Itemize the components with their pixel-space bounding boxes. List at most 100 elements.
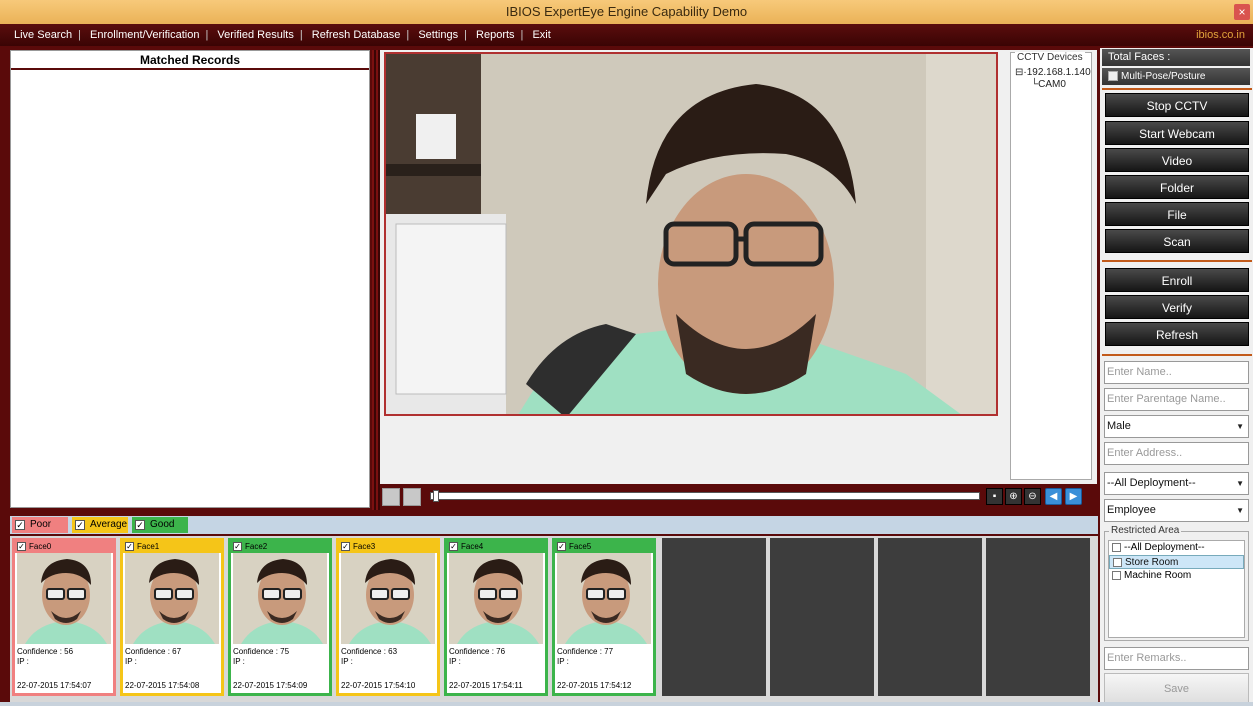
face-thumbnail xyxy=(17,553,111,644)
face-ip: IP : xyxy=(449,657,461,666)
check-icon[interactable]: ✓ xyxy=(17,542,26,551)
video-area: CCTV Devices ⊟·192.168.1.140 └CAM0 xyxy=(380,50,1097,484)
face-thumbnail xyxy=(125,553,219,644)
face-ip: IP : xyxy=(233,657,245,666)
menu-verified-results[interactable]: Verified Results xyxy=(217,29,293,41)
matched-records-header: Matched Records xyxy=(11,51,369,70)
face-timestamp: 22-07-2015 17:54:10 xyxy=(341,681,416,690)
restricted-area-title: Restricted Area xyxy=(1109,525,1182,536)
face-card[interactable]: ✓ Face3 Confidence : 63 IP : 22-07-2015 … xyxy=(336,538,440,696)
check-icon[interactable]: ✓ xyxy=(15,520,25,530)
stop-cctv-button[interactable]: Stop CCTV xyxy=(1105,93,1249,117)
folder-button[interactable]: Folder xyxy=(1105,175,1249,199)
face-timestamp: 22-07-2015 17:54:11 xyxy=(449,681,523,690)
face-confidence: Confidence : 76 xyxy=(449,647,506,656)
checkbox-icon[interactable] xyxy=(1113,557,1122,567)
restricted-area-group: Restricted Area --All Deployment-- Store… xyxy=(1104,525,1249,641)
scan-button[interactable]: Scan xyxy=(1105,229,1249,253)
checkbox-icon[interactable] xyxy=(1112,542,1121,552)
face-name: Face4 xyxy=(461,542,484,551)
checkbox-icon[interactable] xyxy=(1112,570,1121,580)
menu-bar: Live Search | Enrollment/Verification | Ve… xyxy=(0,24,1253,46)
face-name: Face1 xyxy=(137,542,160,551)
seek-bar[interactable] xyxy=(430,490,980,502)
face-thumbnail xyxy=(233,553,327,644)
check-icon[interactable]: ✓ xyxy=(75,520,85,530)
previous-icon[interactable]: ◀ xyxy=(1045,488,1062,505)
menu-live-search[interactable]: Live Search xyxy=(14,29,72,41)
gender-select[interactable]: Male ▼ xyxy=(1104,415,1249,438)
name-field[interactable]: Enter Name.. xyxy=(1104,361,1249,384)
brand-link[interactable]: ibios.co.in xyxy=(1196,24,1245,46)
verify-button[interactable]: Verify xyxy=(1105,295,1249,319)
check-icon[interactable]: ✓ xyxy=(341,542,350,551)
right-panel: Total Faces : Multi-Pose/Posture Stop CC… xyxy=(1100,48,1253,706)
face-card-header: ✓ Face5 xyxy=(555,541,653,553)
face-card[interactable]: ✓ Face1 Confidence : 67 IP : 22-07-2015 … xyxy=(120,538,224,696)
check-icon[interactable]: ✓ xyxy=(125,542,134,551)
cctv-devices-title: CCTV Devices xyxy=(1015,52,1085,63)
tree-node-cam[interactable]: └CAM0 xyxy=(1015,79,1091,91)
window-title: IBIOS ExpertEye Engine Capability Demo xyxy=(505,4,748,19)
restricted-item-all[interactable]: --All Deployment-- xyxy=(1109,541,1244,555)
empty-slot xyxy=(986,538,1090,696)
deployment-select[interactable]: --All Deployment-- ▼ xyxy=(1104,472,1249,495)
menu-settings[interactable]: Settings xyxy=(418,29,458,41)
face-card[interactable]: ✓ Face5 Confidence : 77 IP : 22-07-2015 … xyxy=(552,538,656,696)
empty-slot xyxy=(662,538,766,696)
check-icon[interactable]: ✓ xyxy=(557,542,566,551)
face-thumbnail xyxy=(341,553,435,644)
restricted-item-machine-room[interactable]: Machine Room xyxy=(1109,569,1244,583)
close-button[interactable]: × xyxy=(1234,4,1250,20)
face-card[interactable]: ✓ Face4 Confidence : 76 IP : 22-07-2015 … xyxy=(444,538,548,696)
parentage-name-field[interactable]: Enter Parentage Name.. xyxy=(1104,388,1249,411)
file-button[interactable]: File xyxy=(1105,202,1249,226)
divider xyxy=(1102,260,1252,262)
check-icon[interactable]: ✓ xyxy=(449,542,458,551)
poor-filter[interactable]: ✓ Poor xyxy=(12,517,68,533)
menu-refresh-database[interactable]: Refresh Database xyxy=(312,29,401,41)
face-card[interactable]: ✓ Face2 Confidence : 75 IP : 22-07-2015 … xyxy=(228,538,332,696)
restricted-item-store-room[interactable]: Store Room xyxy=(1109,555,1244,569)
address-field[interactable]: Enter Address.. xyxy=(1104,442,1249,465)
splitter[interactable] xyxy=(372,50,380,510)
stop-button[interactable] xyxy=(403,488,421,506)
chevron-down-icon: ▼ xyxy=(1236,479,1244,488)
category-select[interactable]: Employee ▼ xyxy=(1104,499,1249,522)
zoom-in-icon[interactable]: ⊕ xyxy=(1005,488,1022,505)
menu-enrollment-verification[interactable]: Enrollment/Verification xyxy=(90,29,199,41)
cctv-devices-panel: CCTV Devices ⊟·192.168.1.140 └CAM0 xyxy=(1010,52,1092,480)
check-icon[interactable]: ✓ xyxy=(135,520,145,530)
empty-slot xyxy=(770,538,874,696)
play-button[interactable] xyxy=(382,488,400,506)
start-webcam-button[interactable]: Start Webcam xyxy=(1105,121,1249,145)
next-icon[interactable]: ▶ xyxy=(1065,488,1082,505)
face-ip: IP : xyxy=(341,657,353,666)
menu-exit[interactable]: Exit xyxy=(532,29,550,41)
face-thumbnail-strip: ✓ Face0 Confidence : 56 IP : 22-07-2015 … xyxy=(10,536,1098,702)
cctv-tree: ⊟·192.168.1.140 └CAM0 xyxy=(1015,67,1091,91)
face-card-header: ✓ Face0 xyxy=(15,541,113,553)
menu-reports[interactable]: Reports xyxy=(476,29,515,41)
face-card-header: ✓ Face3 xyxy=(339,541,437,553)
good-filter[interactable]: ✓ Good xyxy=(132,517,188,533)
zoom-out-icon[interactable]: ⊖ xyxy=(1024,488,1041,505)
face-name: Face3 xyxy=(353,542,376,551)
video-frame-image xyxy=(386,54,996,414)
average-filter[interactable]: ✓ Average xyxy=(72,517,128,533)
face-timestamp: 22-07-2015 17:54:07 xyxy=(17,681,92,690)
video-button[interactable]: Video xyxy=(1105,148,1249,172)
save-frame-icon[interactable]: ▪ xyxy=(986,488,1003,505)
check-icon[interactable]: ✓ xyxy=(233,542,242,551)
title-bar: IBIOS ExpertEye Engine Capability Demo × xyxy=(0,0,1253,24)
tree-node-ip[interactable]: ⊟·192.168.1.140 xyxy=(1015,67,1091,79)
enroll-button[interactable]: Enroll xyxy=(1105,268,1249,292)
checkbox-icon[interactable] xyxy=(1108,71,1118,82)
face-card[interactable]: ✓ Face0 Confidence : 56 IP : 22-07-2015 … xyxy=(12,538,116,696)
refresh-button[interactable]: Refresh xyxy=(1105,322,1249,346)
seek-knob[interactable] xyxy=(433,490,439,502)
remarks-field[interactable]: Enter Remarks.. xyxy=(1104,647,1249,670)
face-timestamp: 22-07-2015 17:54:09 xyxy=(233,681,308,690)
multi-pose-checkbox[interactable]: Multi-Pose/Posture xyxy=(1102,68,1250,85)
matched-records-panel: Matched Records xyxy=(10,50,370,508)
